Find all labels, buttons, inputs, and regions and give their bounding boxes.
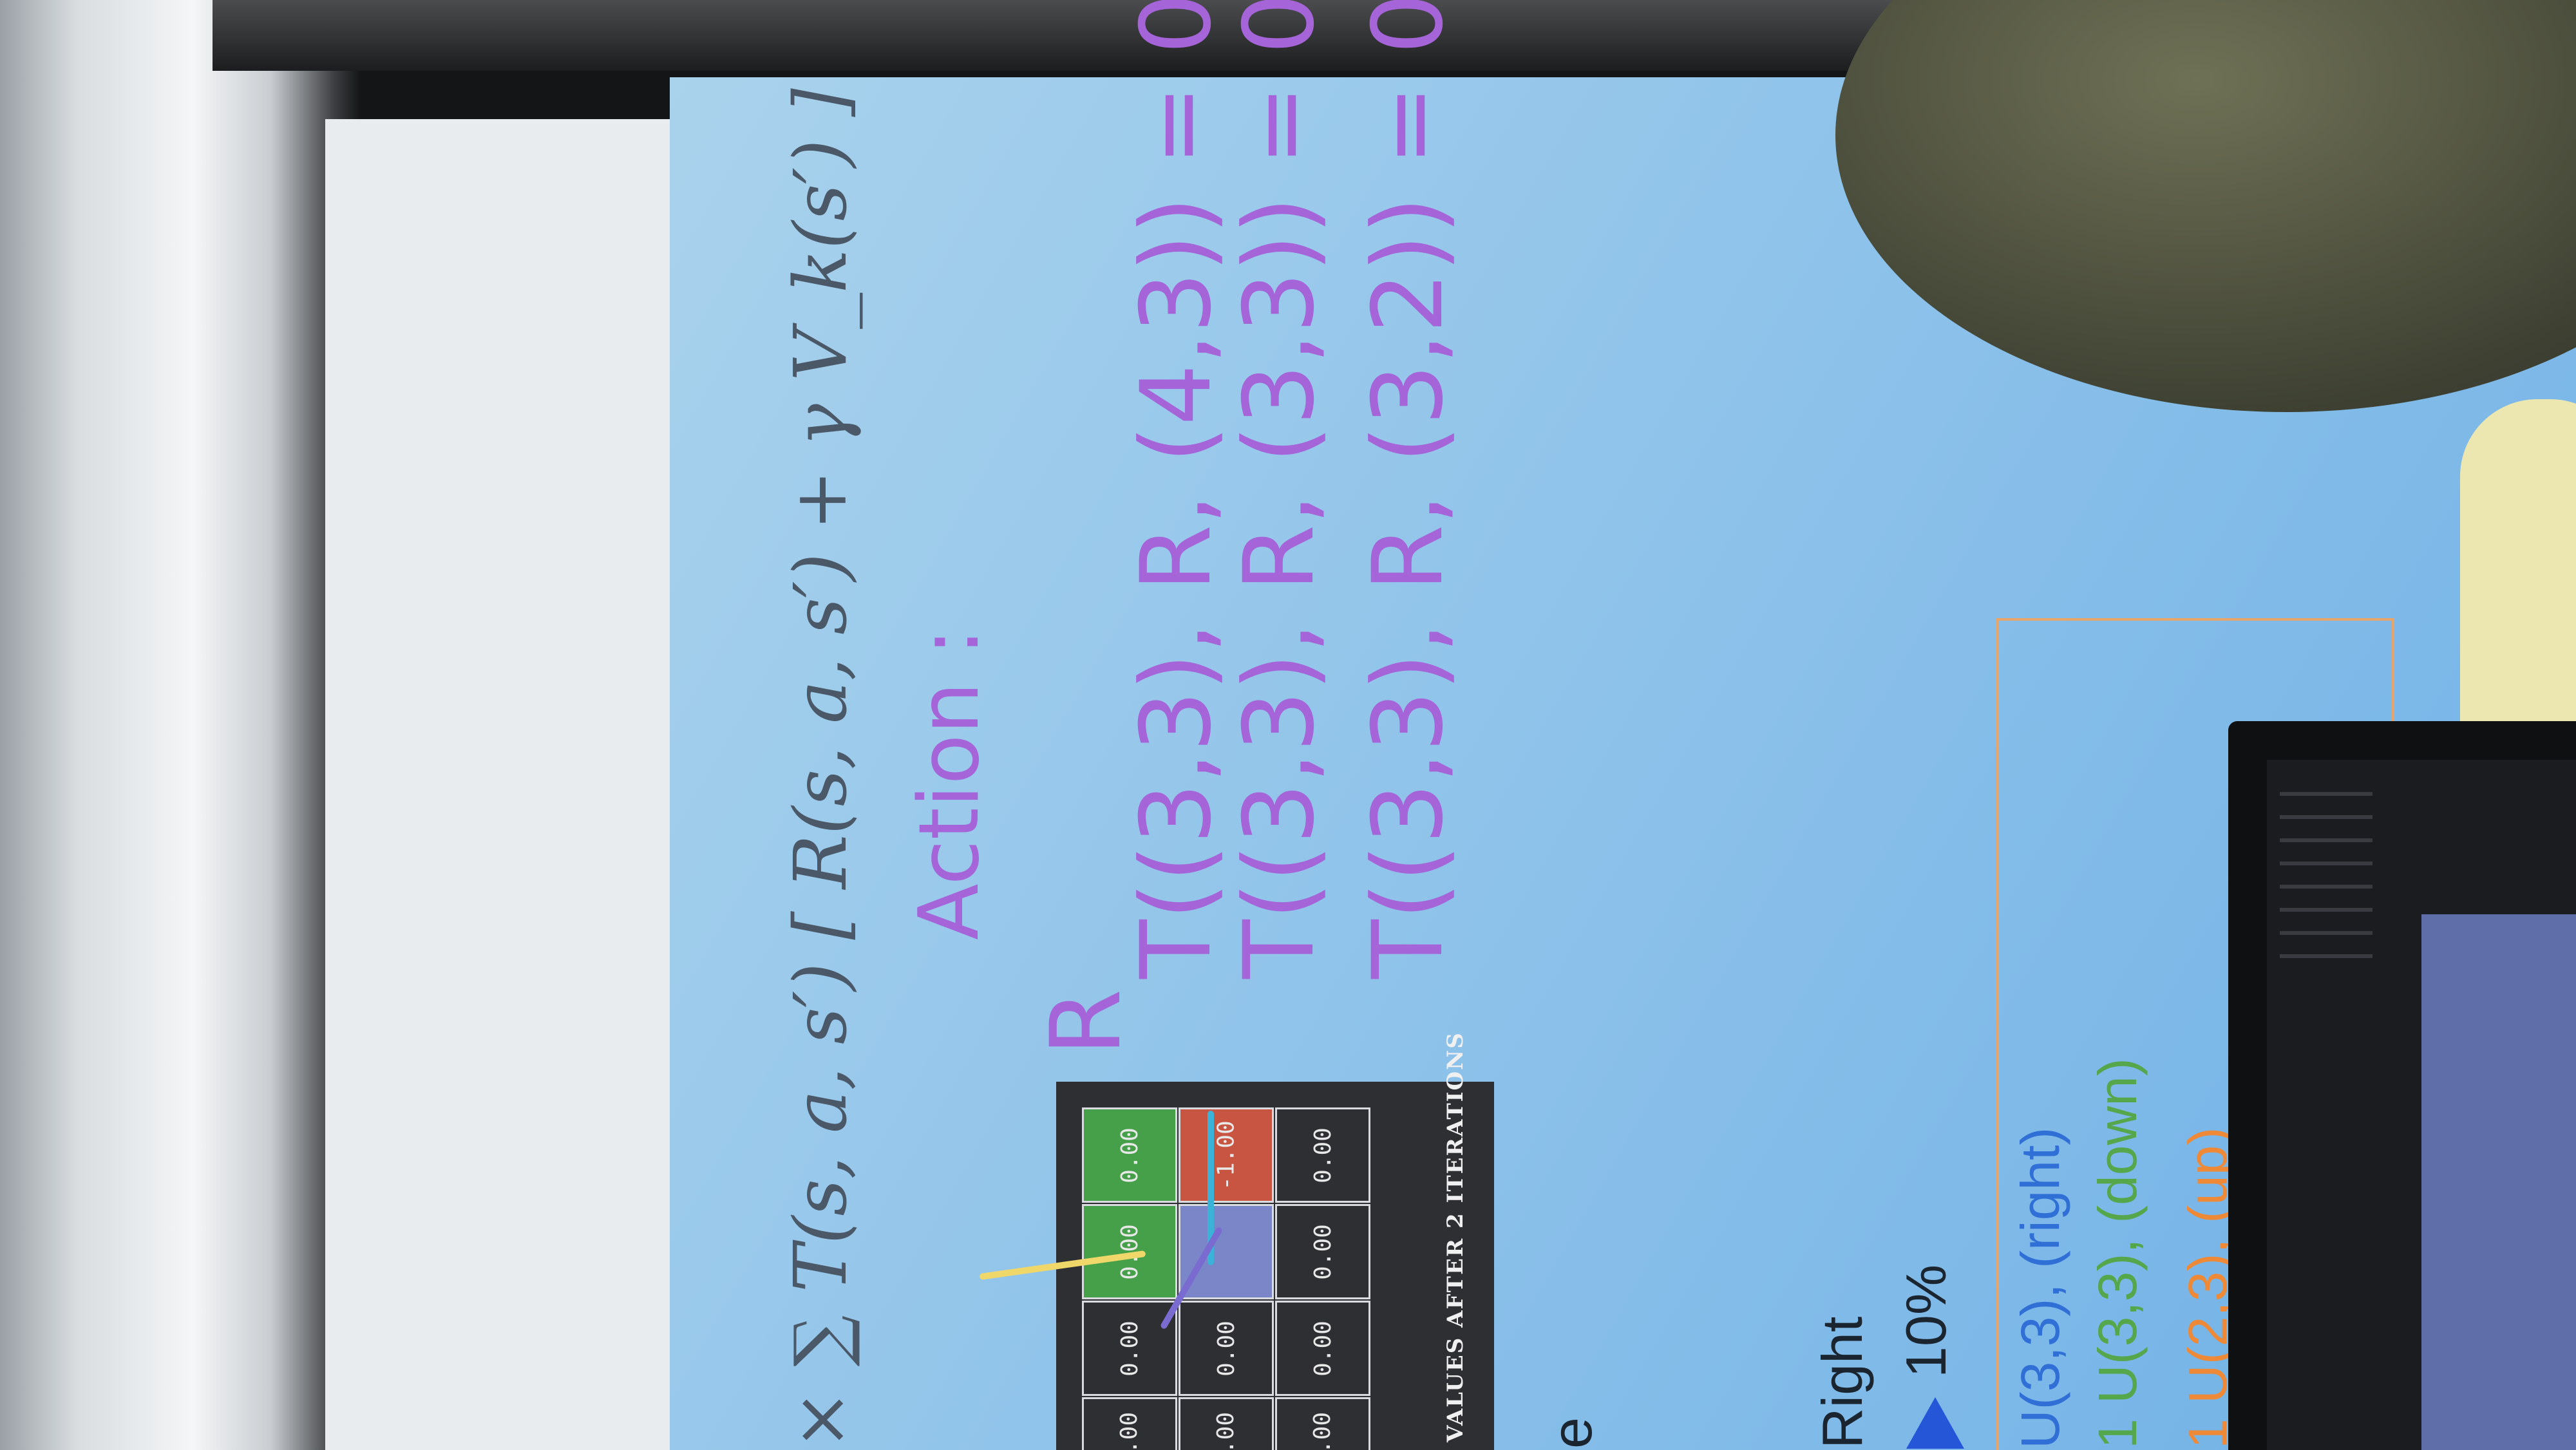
grid-cell: .00: [1179, 1397, 1274, 1450]
slide-line-right: U(3,3), (right): [2010, 1127, 2070, 1449]
grid-cell: -1.00: [1179, 1107, 1274, 1203]
grid-cell: [1179, 1204, 1274, 1299]
laptop-panel: [2421, 914, 2576, 1450]
grid-cell: 0.00: [1275, 1107, 1370, 1203]
grid-cell: .00: [1275, 1397, 1370, 1450]
handwritten-action-label: Action :: [902, 628, 998, 940]
grid-cell: 0.00: [1082, 1301, 1177, 1396]
handwritten-r-label: R: [1030, 988, 1142, 1056]
slide-percent: 10%: [1894, 1264, 1958, 1378]
slide-line-down: 1 U(3,3), (down): [2087, 1058, 2148, 1449]
grid-cell: 0.00: [1275, 1301, 1370, 1396]
grid-cell: 0.00: [1082, 1107, 1177, 1203]
bellman-formula: × ∑ T(s, a, s′) [ R(s, a, s′) + γ V_k(s′…: [779, 88, 863, 1450]
gridworld-panel: 0.00 -1.00 0.00 0.00 0.00 0.00 0.00 0.00…: [1056, 1082, 1494, 1450]
grid-cell: 0.00: [1082, 1204, 1177, 1299]
grid-cell: 0.00: [1275, 1204, 1370, 1299]
handwritten-line-2: T((3,3), R, (3,3)) = 0.1: [1224, 0, 1336, 979]
photo-scene: × ∑ T(s, a, s′) [ R(s, a, s′) + γ V_k(s′…: [0, 0, 2576, 1450]
handwritten-line-3: T((3,3), R, (3,2)) = 0.1: [1352, 0, 1464, 979]
grid-cell: .00: [1082, 1397, 1177, 1450]
grid-cell: 0.00: [1179, 1301, 1274, 1396]
grid-caption: VALUES AFTER 2 ITERATIONS: [1443, 1031, 1468, 1442]
slide-fragment-e: e: [1540, 1417, 1604, 1449]
laptop-ui-lines: [2280, 773, 2396, 1352]
slide-word-right: Right: [1810, 1316, 1874, 1449]
triangle-arrow-icon: [1906, 1397, 1964, 1449]
handwritten-line-1: T((3,3), R, (4,3)) = 0.8: [1121, 0, 1233, 979]
